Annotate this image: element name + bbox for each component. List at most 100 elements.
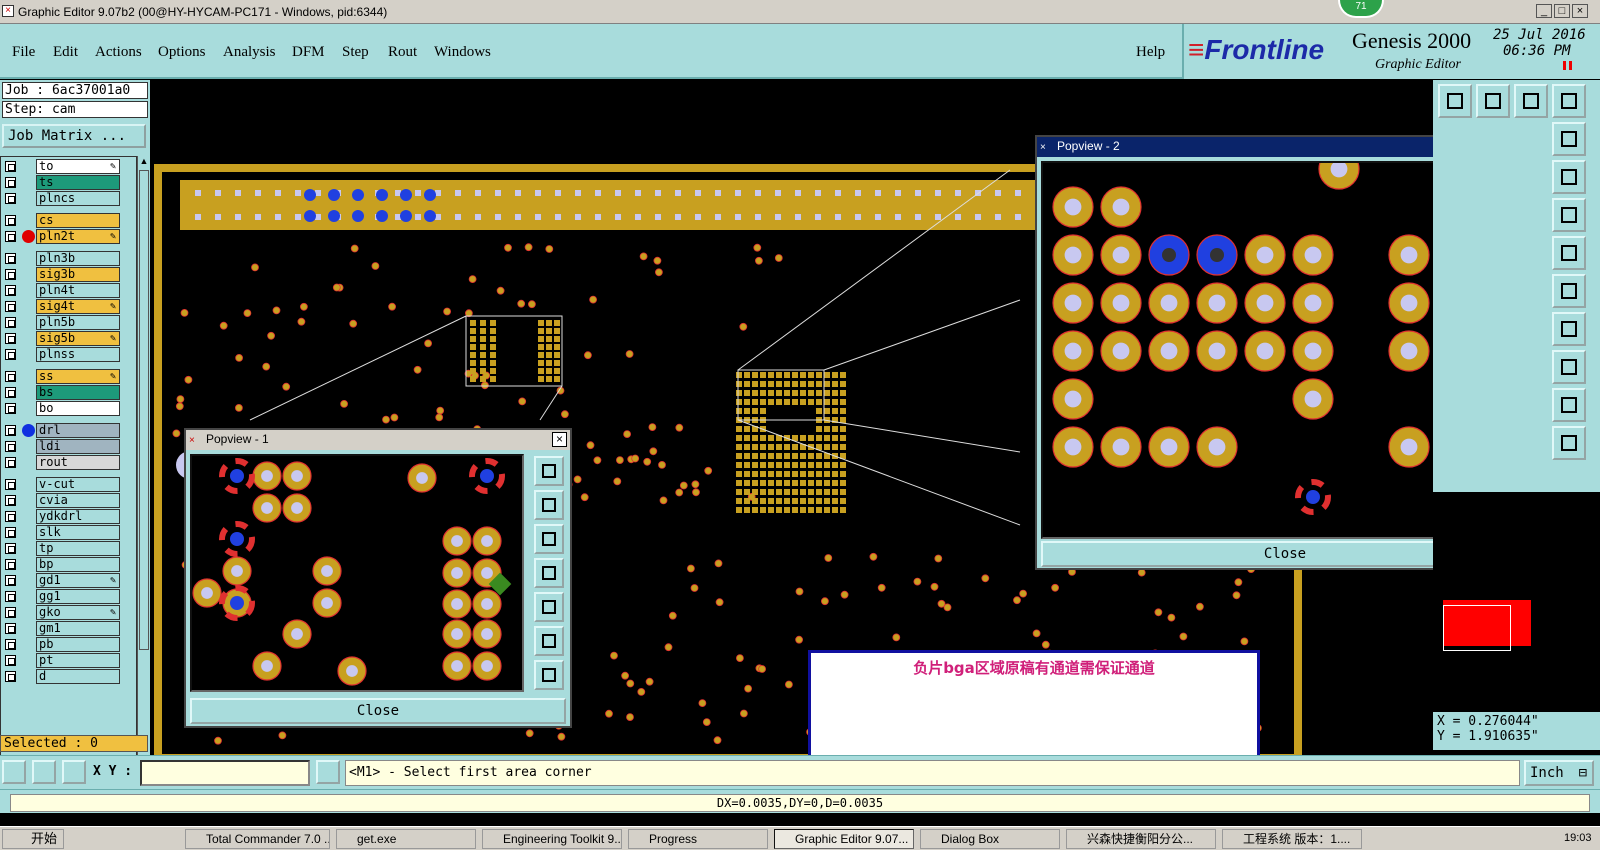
layer-name[interactable]: ss ✎ xyxy=(36,369,120,384)
angle-icon[interactable] xyxy=(32,760,56,784)
job-matrix-button[interactable]: Job Matrix ... xyxy=(2,124,146,148)
input-mode-icon[interactable] xyxy=(316,760,340,784)
popview-1-canvas[interactable] xyxy=(190,454,524,692)
layer-row[interactable]: ldi xyxy=(3,439,121,454)
layer-checkbox[interactable] xyxy=(5,591,16,602)
pv1-pan-left-icon[interactable] xyxy=(534,558,564,588)
layer-name[interactable]: bo xyxy=(36,401,120,416)
pv1-zoom-in-icon[interactable] xyxy=(534,626,564,656)
layer-row[interactable]: gg1 xyxy=(3,589,121,604)
layer-row[interactable]: plnss xyxy=(3,347,121,362)
layer-row[interactable]: gm1 xyxy=(3,621,121,636)
layer-name[interactable]: drl xyxy=(36,423,120,438)
layer-name[interactable]: ldi xyxy=(36,439,120,454)
task-engineering-toolkit[interactable]: Engineering Toolkit 9.... xyxy=(482,829,622,849)
layer-name[interactable]: v-cut xyxy=(36,477,120,492)
layer-checkbox[interactable] xyxy=(5,543,16,554)
layer-row[interactable]: tp xyxy=(3,541,121,556)
layer-checkbox[interactable] xyxy=(5,425,16,436)
tool-save-icon[interactable] xyxy=(1476,84,1510,118)
layer-name[interactable]: pln2t ✎ xyxy=(36,229,120,244)
layer-checkbox[interactable] xyxy=(5,161,16,172)
tool-net-icon[interactable] xyxy=(1552,198,1586,232)
layer-row[interactable]: pln4t xyxy=(3,283,121,298)
pv1-pan-right-icon[interactable] xyxy=(534,592,564,622)
layer-name[interactable]: to ✎ xyxy=(36,159,120,174)
layer-name[interactable]: slk xyxy=(36,525,120,540)
overview-viewport[interactable] xyxy=(1443,605,1511,651)
layer-row[interactable]: pt xyxy=(3,653,121,668)
layer-row[interactable]: pln2t ✎ xyxy=(3,229,121,244)
menu-step[interactable]: Step xyxy=(342,44,369,61)
layer-checkbox[interactable] xyxy=(5,639,16,650)
menu-windows[interactable]: Windows xyxy=(434,44,491,61)
tool-view-icon[interactable] xyxy=(1552,84,1586,118)
app-icon[interactable]: × xyxy=(2,5,14,17)
layer-checkbox[interactable] xyxy=(5,387,16,398)
layer-name[interactable]: sig5b ✎ xyxy=(36,331,120,346)
layer-row[interactable]: rout xyxy=(3,455,121,470)
layer-row[interactable]: sig3b xyxy=(3,267,121,282)
tool-route-icon[interactable] xyxy=(1552,426,1586,460)
layer-checkbox[interactable] xyxy=(5,193,16,204)
tool-circle-icon[interactable] xyxy=(1552,236,1586,270)
layer-checkbox[interactable] xyxy=(5,177,16,188)
layer-checkbox[interactable] xyxy=(5,317,16,328)
layer-checkbox[interactable] xyxy=(5,301,16,312)
layer-row[interactable]: gko ✎ xyxy=(3,605,121,620)
layer-checkbox[interactable] xyxy=(5,285,16,296)
tool-shapes-icon[interactable] xyxy=(1552,350,1586,384)
pv1-pan-down-icon[interactable] xyxy=(534,524,564,554)
layer-name[interactable]: sig3b xyxy=(36,267,120,282)
tool-home-icon[interactable] xyxy=(1438,84,1472,118)
snap-icon[interactable] xyxy=(2,760,26,784)
layer-name[interactable]: pln4t xyxy=(36,283,120,298)
start-button[interactable]: 开始 xyxy=(2,829,64,849)
popview-2-canvas[interactable] xyxy=(1041,161,1497,539)
layer-name[interactable]: cs xyxy=(36,213,120,228)
task-progress[interactable]: Progress xyxy=(628,829,768,849)
menu-help[interactable]: Help xyxy=(1136,44,1165,61)
layer-name[interactable]: plncs xyxy=(36,191,120,206)
tool-doc-icon[interactable] xyxy=(1552,122,1586,156)
layer-row[interactable]: gd1 ✎ xyxy=(3,573,121,588)
layer-checkbox[interactable] xyxy=(5,575,16,586)
menu-edit[interactable]: Edit xyxy=(53,44,78,61)
menu-file[interactable]: File xyxy=(12,44,35,61)
layer-checkbox[interactable] xyxy=(5,527,16,538)
layer-name[interactable]: rout xyxy=(36,455,120,470)
layer-row[interactable]: pln3b xyxy=(3,251,121,266)
tool-line-icon[interactable] xyxy=(1552,274,1586,308)
tool-house-icon[interactable] xyxy=(1514,84,1548,118)
layer-name[interactable]: tp xyxy=(36,541,120,556)
menu-dfm[interactable]: DFM xyxy=(292,44,325,61)
layer-checkbox[interactable] xyxy=(5,349,16,360)
tool-ff-icon[interactable] xyxy=(1552,312,1586,346)
layer-checkbox[interactable] xyxy=(5,253,16,264)
layer-checkbox[interactable] xyxy=(5,371,16,382)
layer-row[interactable]: sig5b ✎ xyxy=(3,331,121,346)
layer-row[interactable]: to ✎ xyxy=(3,159,121,174)
pause-icon[interactable] xyxy=(1563,61,1572,70)
layer-row[interactable]: cs xyxy=(3,213,121,228)
layer-row[interactable]: bo xyxy=(3,401,121,416)
layer-row[interactable]: bp xyxy=(3,557,121,572)
layer-checkbox[interactable] xyxy=(5,269,16,280)
layer-name[interactable]: bs xyxy=(36,385,120,400)
layer-checkbox[interactable] xyxy=(5,215,16,226)
popview-1-close-button[interactable]: Close xyxy=(190,698,566,724)
layer-row[interactable]: drl xyxy=(3,423,121,438)
layer-checkbox[interactable] xyxy=(5,457,16,468)
layer-name[interactable]: bp xyxy=(36,557,120,572)
layer-name[interactable]: pln3b xyxy=(36,251,120,266)
xy-input[interactable] xyxy=(140,760,310,786)
layer-name[interactable]: gg1 xyxy=(36,589,120,604)
layer-row[interactable]: ts xyxy=(3,175,121,190)
layer-name[interactable]: gm1 xyxy=(36,621,120,636)
menu-actions[interactable]: Actions xyxy=(95,44,142,61)
task-graphic-editor[interactable]: Graphic Editor 9.07... xyxy=(774,829,914,849)
layer-checkbox[interactable] xyxy=(5,441,16,452)
scroll-thumb[interactable] xyxy=(139,170,149,650)
task-get-exe[interactable]: get.exe xyxy=(336,829,476,849)
layer-checkbox[interactable] xyxy=(5,403,16,414)
